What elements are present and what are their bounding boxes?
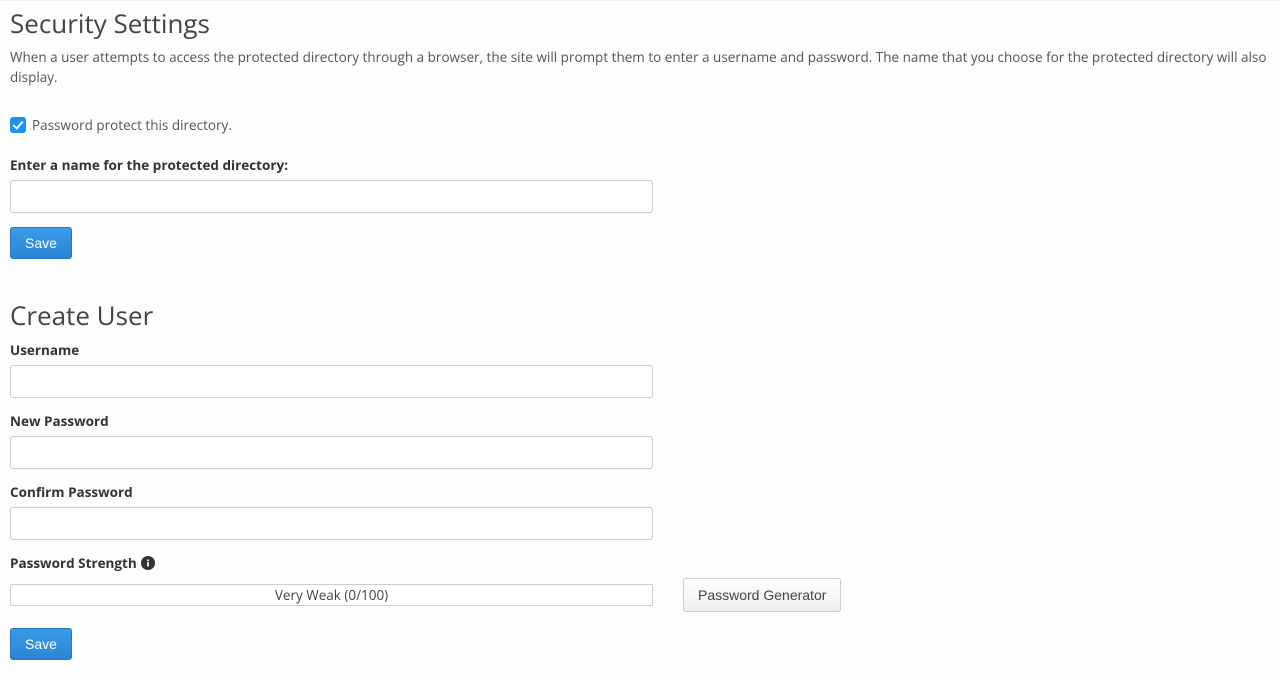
confirm-password-input[interactable]: [10, 507, 653, 540]
directory-name-label: Enter a name for the protected directory…: [10, 156, 1270, 174]
username-label: Username: [10, 341, 1270, 359]
security-settings-description: When a user attempts to access the prote…: [10, 47, 1270, 88]
password-generator-button[interactable]: Password Generator: [683, 578, 841, 612]
password-strength-meter: Very Weak (0/100): [10, 584, 653, 606]
new-password-label: New Password: [10, 412, 1270, 430]
security-save-button[interactable]: Save: [10, 227, 72, 259]
create-user-heading: Create User: [10, 297, 1270, 333]
confirm-password-label: Confirm Password: [10, 483, 1270, 501]
create-user-save-button[interactable]: Save: [10, 628, 72, 660]
password-protect-checkbox[interactable]: [10, 117, 26, 133]
info-icon[interactable]: [141, 556, 155, 570]
password-strength-label: Password Strength: [10, 554, 137, 572]
directory-name-input[interactable]: [10, 180, 653, 213]
new-password-input[interactable]: [10, 436, 653, 469]
username-input[interactable]: [10, 365, 653, 398]
security-settings-heading: Security Settings: [10, 5, 1270, 41]
password-protect-label: Password protect this directory.: [32, 116, 232, 134]
